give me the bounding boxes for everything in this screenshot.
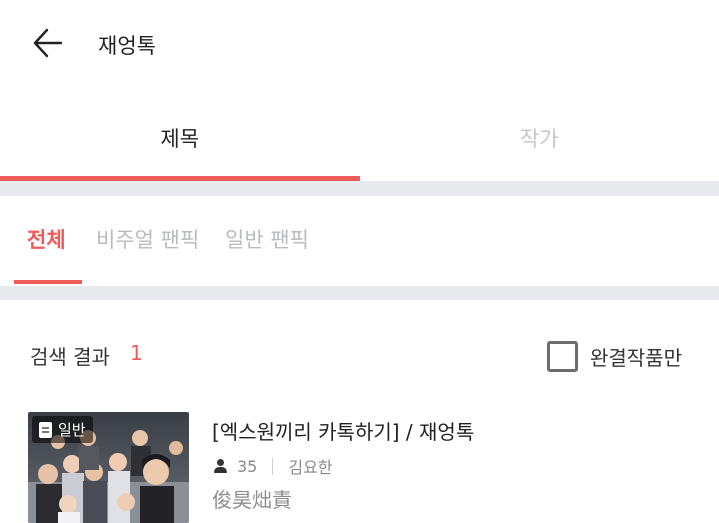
tab-title-label: 제목 bbox=[160, 127, 200, 151]
reader-count: 35 bbox=[237, 456, 258, 476]
arrow-left-icon bbox=[33, 28, 63, 58]
back-button[interactable] bbox=[30, 26, 66, 60]
main-tabs: 제목 작가 bbox=[0, 95, 719, 181]
result-label: 검색 결과 bbox=[30, 345, 110, 369]
complete-only-checkbox[interactable] bbox=[547, 340, 578, 372]
page-title: 재엉톡 bbox=[98, 34, 156, 58]
category-tab-all[interactable]: 전체 bbox=[27, 224, 66, 254]
result-count: 1 bbox=[130, 341, 143, 365]
item-meta: 35 김요한 bbox=[214, 455, 333, 477]
document-icon bbox=[39, 421, 52, 438]
author-name[interactable]: 김요한 bbox=[288, 454, 332, 478]
meta-divider bbox=[272, 457, 274, 475]
tab-author[interactable]: 작가 bbox=[360, 95, 719, 181]
type-badge-label: 일반 bbox=[58, 421, 86, 439]
cover-thumbnail: 일반 bbox=[28, 412, 189, 523]
category-tabs: 전체 비주얼 팬픽 일반 팬픽 bbox=[0, 196, 719, 286]
item-title[interactable]: [엑스원끼리 카톡하기] / 재엉톡 bbox=[212, 416, 474, 445]
complete-only-label: 완결작품만 bbox=[590, 345, 682, 370]
section-divider bbox=[0, 286, 719, 300]
category-tab-general-fanfic[interactable]: 일반 팬픽 bbox=[225, 224, 309, 254]
tab-title[interactable]: 제목 bbox=[0, 95, 360, 181]
complete-only-filter[interactable]: 완결작품만 bbox=[547, 340, 682, 372]
person-icon bbox=[214, 459, 227, 473]
section-divider bbox=[0, 181, 719, 196]
type-badge: 일반 bbox=[32, 416, 93, 443]
app-header: 재엉톡 bbox=[0, 0, 719, 88]
result-list-item[interactable]: 일반 [엑스원끼리 카톡하기] / 재엉톡 35 김요한 俊昊炪責 bbox=[28, 412, 708, 523]
tab-author-label: 작가 bbox=[519, 127, 559, 151]
category-tab-visual-fanfic[interactable]: 비주얼 팬픽 bbox=[96, 224, 199, 254]
item-description: 俊昊炪責 bbox=[212, 488, 292, 512]
category-tab-indicator bbox=[14, 280, 82, 284]
